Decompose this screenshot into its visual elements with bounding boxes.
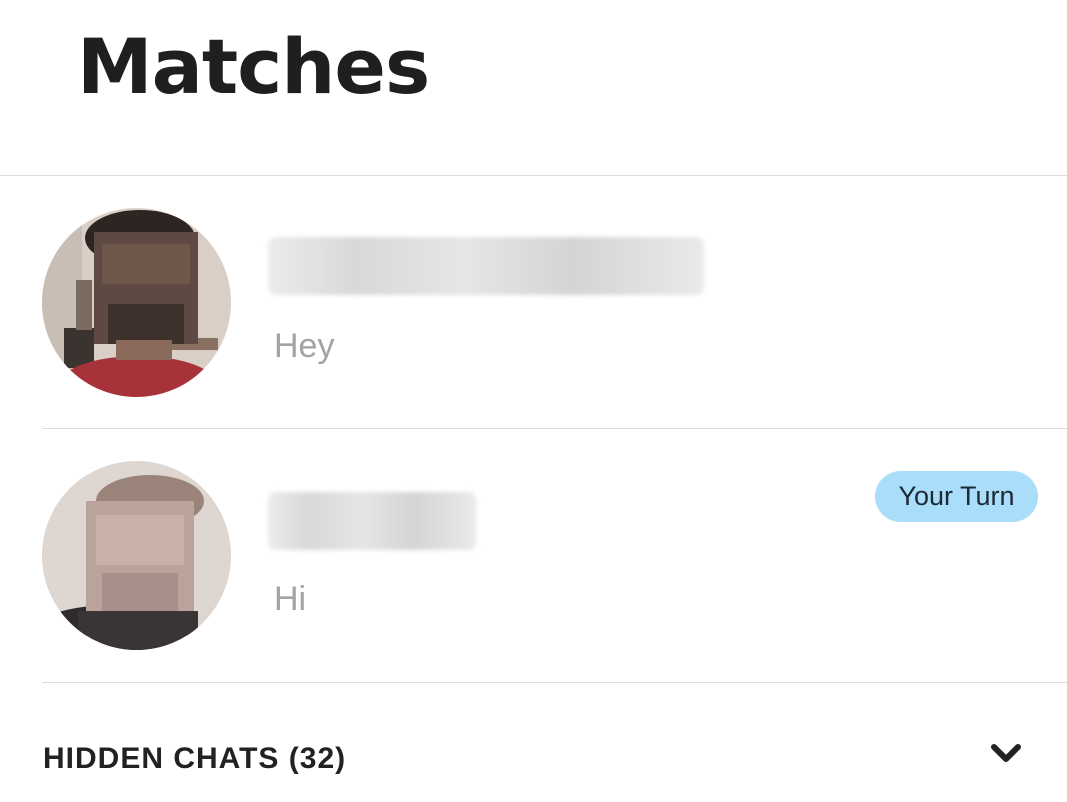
- last-message: Hey: [274, 327, 335, 365]
- match-row[interactable]: Hey: [0, 176, 1067, 428]
- last-message: Hi: [274, 580, 307, 618]
- profile-photo-icon: [42, 461, 231, 650]
- match-name-redacted: [268, 237, 704, 295]
- hidden-chats-toggle[interactable]: HIDDEN CHATS (32): [0, 720, 1067, 802]
- chevron-down-icon[interactable]: [990, 742, 1022, 766]
- avatar: [42, 461, 231, 650]
- row-divider: [42, 682, 1067, 683]
- your-turn-badge: Your Turn: [875, 471, 1038, 522]
- match-row[interactable]: Hi: [0, 429, 1067, 681]
- match-name-redacted: [268, 492, 476, 550]
- hidden-chats-label: HIDDEN CHATS (32): [43, 742, 347, 775]
- page-title: Matches: [77, 22, 430, 111]
- avatar: [42, 208, 231, 397]
- profile-photo-icon: [42, 208, 231, 397]
